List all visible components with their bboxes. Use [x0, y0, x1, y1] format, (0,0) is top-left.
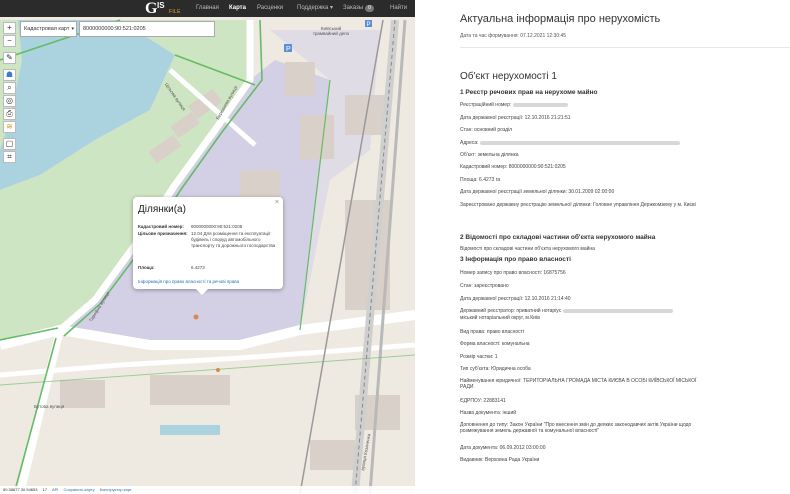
top-navbar: G IS FILE Главная Карта Расценки Поддерж… — [0, 0, 415, 17]
popup-title: Ділянки(а) — [138, 204, 186, 215]
logo-subtitle: FILE — [169, 9, 181, 15]
ruler-icon[interactable]: ✎ — [3, 52, 16, 64]
info-row: Стан: зареєстровано — [460, 283, 509, 289]
info-row: Зареєстровано державну реєстрацію земель… — [460, 202, 696, 208]
zoom-in-button[interactable]: + — [3, 22, 16, 34]
save-map-link[interactable]: Сохранить карту — [64, 487, 95, 492]
map-area-label: Київський трамвайний депо — [312, 26, 350, 36]
popup-value-cadastral: 8000000000:90:521:0205 — [191, 224, 243, 229]
info-row: Розмір частки: 1 — [460, 354, 498, 360]
map-status-bar: 50.38677 30.54653 17 API Сохранить карту… — [0, 486, 415, 494]
registrar-label: Державний реєстратор: приватний нотаріус — [460, 308, 562, 314]
measure-icon[interactable]: ⌗ — [3, 151, 16, 163]
info-row: Форма власності: комунальна — [460, 341, 530, 347]
popup-value-purpose: 12.04 Для розміщення та експлуатації буд… — [191, 231, 276, 248]
info-row: Тип суб'єкта: Юридична особа — [460, 366, 531, 372]
ownership-info-link[interactable]: Інформація про право власності та речові… — [138, 279, 239, 284]
generated-date: Дата та час формування: 07.12.2021 12:30… — [460, 33, 567, 39]
logo-accent: IS — [157, 1, 165, 10]
address-label: Адреса: — [460, 140, 479, 146]
section-heading: 2 Відомості про складові частини об'єкта… — [460, 234, 656, 241]
nav-search[interactable]: Найти — [390, 0, 407, 17]
svg-text:P: P — [286, 46, 291, 53]
popup-key-area: Площа: — [138, 265, 155, 270]
registrar-row: Державний реєстратор: приватний нотаріус — [460, 308, 760, 314]
info-row: Площа: 6.4273 га — [460, 177, 501, 183]
search-icon[interactable]: ⌕ — [3, 82, 16, 94]
popup-key-purpose: Цільове призначення: — [138, 231, 188, 236]
layers-icon[interactable]: ☗ — [3, 69, 16, 81]
property-info-pane: Актуальна інформація про нерухомість Дат… — [415, 0, 790, 494]
info-row: Відомості про складові частини об'єкта н… — [460, 246, 595, 252]
redacted-value — [513, 102, 569, 107]
info-row: Дата документа: 06.09.2012 03:00:00 — [460, 445, 546, 451]
section-heading: 3 Інформація про право власності — [460, 256, 571, 263]
close-icon[interactable]: × — [275, 199, 279, 206]
map-street-label: Бутова вулиця — [34, 404, 65, 409]
nav-orders-label: Заказы — [343, 5, 364, 11]
map-search-row: Кадастровая карт ▾ 8000000000:90:521:020… — [20, 21, 215, 37]
gisfile-logo[interactable]: G IS FILE — [145, 0, 185, 17]
app-window: P P Цільова вулиця Березнева вулиця Київ… — [0, 0, 790, 494]
svg-text:P: P — [367, 22, 371, 28]
map-toolbar: + − ✎ ☗ ⌕ ◎ ⎙ ≋ ▢ ⌗ — [3, 22, 16, 164]
layer-select-value: Кадастровая карт — [24, 26, 70, 32]
info-row: Видавник: Верховна Рада України — [460, 457, 540, 463]
nav-orders[interactable]: Заказы 0 — [343, 0, 374, 17]
info-row: ЄДРПОУ: 22883141 — [460, 398, 506, 404]
section-heading: 1 Реєстр речових прав на нерухоме майно — [460, 89, 598, 96]
object-title: Об'єкт нерухомості 1 — [460, 71, 557, 82]
comment-icon[interactable]: ▢ — [3, 138, 16, 150]
reg-number-row: Реєстраційний номер: — [460, 102, 760, 108]
stack-icon[interactable]: ≋ — [3, 121, 16, 133]
page-title: Актуальна інформація про нерухомість — [460, 13, 661, 25]
info-row: Дата державної реєстрації: 12.10.2016 21… — [460, 296, 571, 302]
map-builder-link[interactable]: Конструктор карт — [100, 487, 132, 492]
coords-readout: 50.38677 30.54653 — [3, 487, 38, 492]
redacted-value — [563, 308, 674, 313]
popup-key-cadastral: Кадастровий номер: — [138, 224, 184, 229]
redacted-value — [480, 140, 681, 145]
nav-support[interactable]: Поддержка ▾ — [297, 0, 333, 17]
info-row: міський нотаріальний округ, м.Київ — [460, 315, 540, 321]
address-row: Адреса: — [460, 140, 760, 146]
map-pane[interactable]: P P Цільова вулиця Березнева вулиця Київ… — [0, 0, 415, 494]
info-row: Номер запису про право власності: 168757… — [460, 270, 566, 276]
info-row: Дата державної реєстрації земельної діля… — [460, 189, 615, 195]
chevron-down-icon: ▾ — [71, 26, 74, 32]
layer-select[interactable]: Кадастровая карт ▾ — [20, 21, 77, 37]
zoom-readout: 17 — [42, 487, 48, 492]
divider — [460, 47, 790, 48]
popup-value-area: 6.4273 — [191, 265, 205, 270]
nav-pricing[interactable]: Расценки — [257, 0, 283, 17]
info-row: Об'єкт: земельна ділянка — [460, 152, 519, 158]
info-row: Найменування юридичної: ТЕРИТОРІАЛЬНА ГР… — [460, 378, 697, 390]
cadastral-search-input[interactable]: 8000000000:90:521:0205 — [79, 21, 215, 37]
parcel-popup: × Ділянки(а) Кадастровий номер: 80000000… — [133, 197, 283, 295]
zoom-out-button[interactable]: − — [3, 35, 16, 47]
info-row: Вид права: право власності — [460, 329, 525, 335]
info-row: Назва документа: інший — [460, 410, 517, 416]
info-row: Кадастровий номер: 8000000000:90:521:020… — [460, 164, 566, 170]
nav-map[interactable]: Карта — [229, 0, 246, 17]
print-icon[interactable]: ⎙ — [3, 108, 16, 120]
reg-number-label: Реєстраційний номер: — [460, 102, 512, 108]
api-link[interactable]: API — [52, 487, 58, 492]
info-row: Стан: основний розділ — [460, 127, 513, 133]
locate-icon[interactable]: ◎ — [3, 95, 16, 107]
info-row: Дата державної реєстрації: 12.10.2016 21… — [460, 115, 571, 121]
nav-home[interactable]: Главная — [196, 0, 219, 17]
orders-count-badge: 0 — [365, 5, 374, 12]
info-row: Доповнення до типу: Закон України "Про в… — [460, 422, 692, 434]
logo-letter: G — [145, 0, 158, 17]
